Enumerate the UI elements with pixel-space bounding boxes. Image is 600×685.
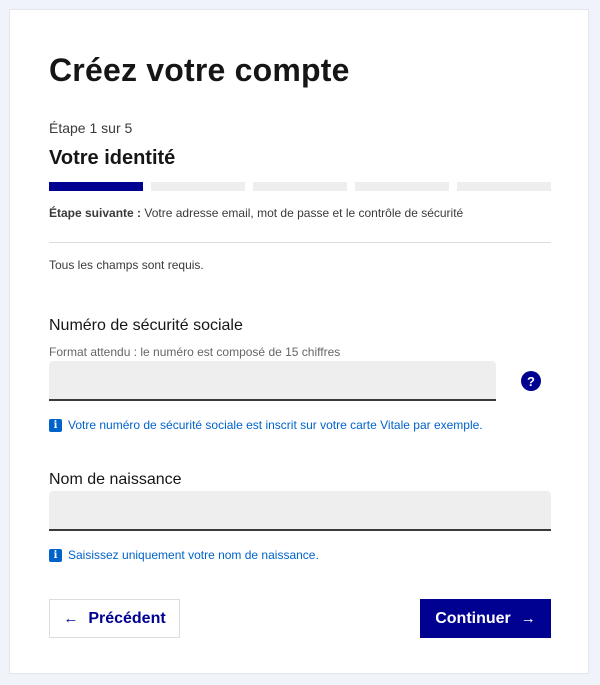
ssn-info-text: Votre numéro de sécurité sociale est ins… [68,418,483,432]
ssn-hint: Format attendu : le numéro est composé d… [49,345,341,359]
progress-segment-3 [253,182,347,191]
next-step-text: Votre adresse email, mot de passe et le … [144,206,464,220]
arrow-right-icon: → [520,610,536,627]
birth-name-info: i Saisissez uniquement votre nom de nais… [49,548,319,562]
ssn-info: i Votre numéro de sécurité sociale est i… [49,418,483,432]
progress-segment-5 [457,182,551,191]
step-title: Votre identité [49,147,176,169]
required-fields-note: Tous les champs sont requis. [49,258,204,272]
birth-name-label: Nom de naissance [49,471,182,488]
account-creation-card: Créez votre compte Étape 1 sur 5 Votre i… [9,9,589,674]
info-icon: i [49,418,62,432]
birth-name-input[interactable] [49,491,551,531]
stepper-progress [49,182,551,191]
info-icon: i [49,548,62,562]
divider [49,242,551,243]
continue-button-label: Continuer [435,609,511,627]
step-count: Étape 1 sur 5 [49,120,133,136]
arrow-left-icon: ← [63,610,79,627]
next-step-description: Étape suivante : Votre adresse email, mo… [49,206,463,220]
page-title: Créez votre compte [49,52,350,88]
ssn-input[interactable] [49,361,496,401]
ssn-label: Numéro de sécurité sociale [49,317,243,334]
birth-name-info-text: Saisissez uniquement votre nom de naissa… [68,548,319,562]
progress-segment-2 [151,182,245,191]
progress-segment-4 [355,182,449,191]
previous-button-label: Précédent [88,609,166,627]
question-circle-icon[interactable]: ? [521,371,541,391]
continue-button[interactable]: Continuer → [420,599,551,638]
previous-button[interactable]: ← Précédent [49,599,180,638]
next-step-label: Étape suivante : [49,206,142,220]
progress-segment-1 [49,182,143,191]
